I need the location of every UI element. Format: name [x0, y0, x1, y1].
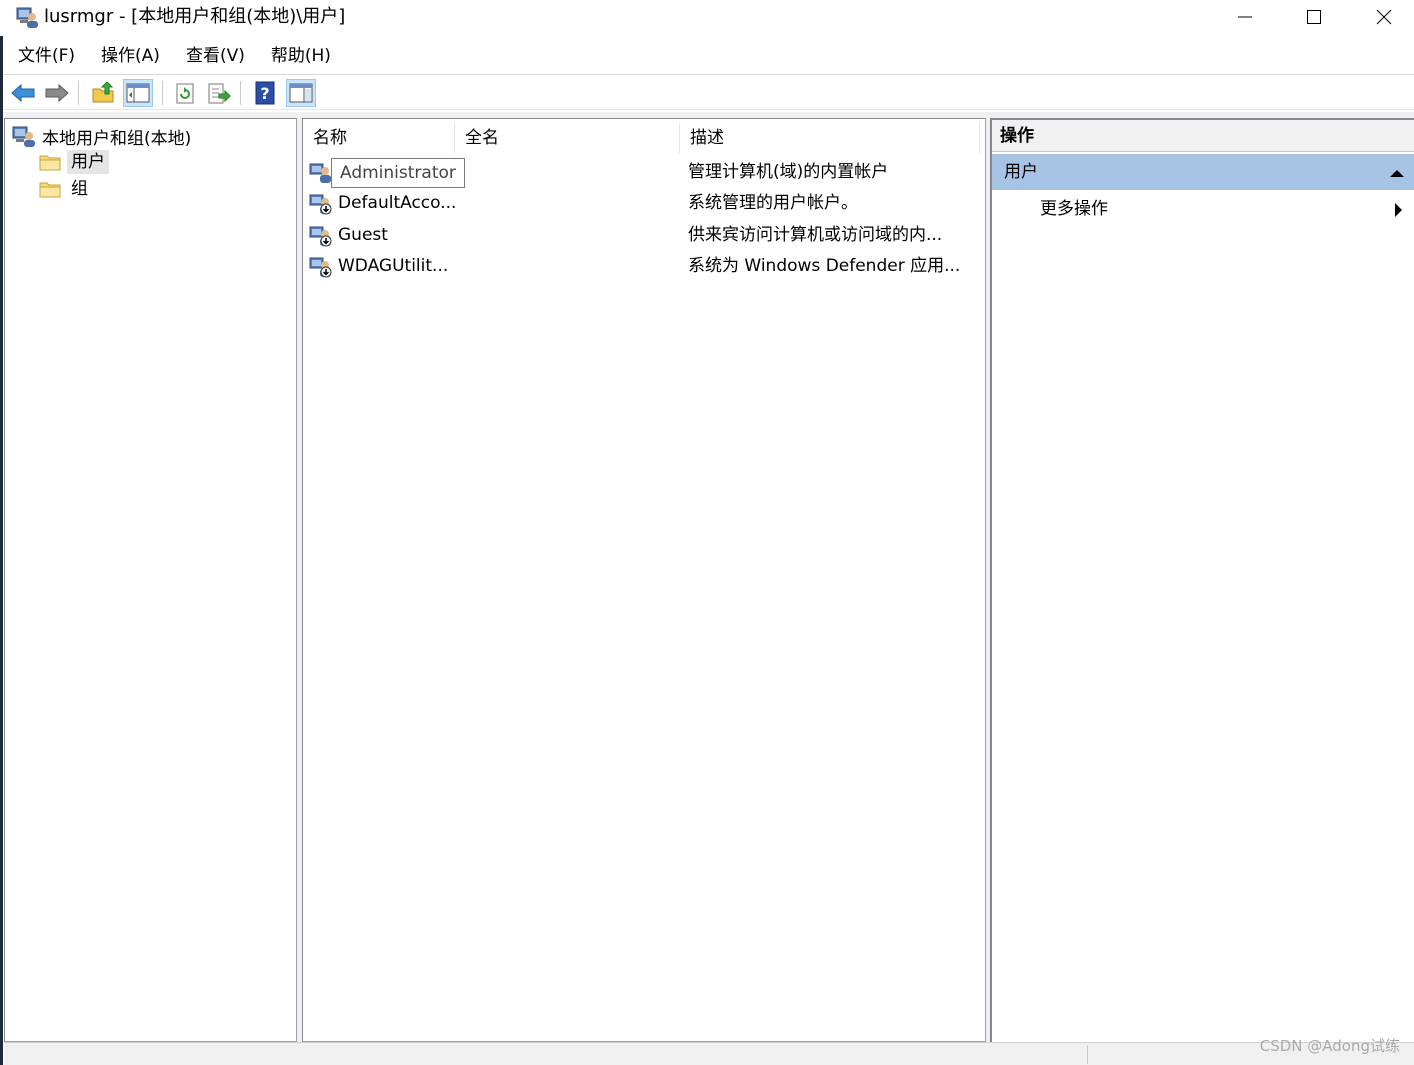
menu-file[interactable]: 文件(F)	[4, 38, 87, 74]
user-name: DefaultAcco...	[338, 193, 457, 213]
status-bar	[4, 1042, 1414, 1065]
export-list-button[interactable]	[204, 79, 234, 107]
maximize-icon	[1307, 10, 1321, 24]
toolbar-separator	[240, 81, 241, 105]
forward-button[interactable]	[42, 79, 72, 107]
user-account-icon	[309, 163, 331, 183]
watermark: CSDN @Adong试练	[1259, 1037, 1400, 1055]
tree-root-label: 本地用户和组(本地)	[42, 128, 192, 149]
collapse-arrow-icon[interactable]	[1390, 170, 1404, 177]
more-actions-item[interactable]: 更多操作	[992, 192, 1414, 226]
column-header-description[interactable]: 描述	[680, 123, 980, 153]
title-bar[interactable]: lusrmgr - [本地用户和组(本地)\用户]	[0, 0, 1414, 36]
back-button[interactable]	[8, 79, 38, 107]
folder-icon	[39, 182, 61, 198]
table-row[interactable]: Administrator 管理计算机(域)的内置帐户	[309, 157, 979, 188]
show-hide-action-pane-icon	[289, 83, 313, 103]
folder-icon	[39, 155, 61, 171]
close-button[interactable]	[1349, 0, 1414, 34]
show-hide-tree-button[interactable]	[123, 79, 153, 107]
help-icon: ?	[255, 81, 275, 105]
user-name: Administrator	[331, 158, 465, 188]
status-bar-separator	[1087, 1045, 1088, 1064]
tree-item-users[interactable]: 用户	[39, 149, 109, 175]
table-row[interactable]: DefaultAcco... 系统管理的用户帐户。	[309, 188, 979, 218]
disabled-user-account-icon	[309, 226, 332, 247]
disabled-user-account-icon	[309, 194, 332, 215]
minimize-icon	[1238, 16, 1252, 18]
result-list[interactable]: 名称 全名 描述 Administrator 管理计算机(域)的内置帐户 Def…	[302, 118, 986, 1042]
user-name: WDAGUtilit...	[338, 256, 449, 276]
column-header-fullname[interactable]: 全名	[455, 123, 680, 153]
actions-section-label: 用户	[1004, 162, 1038, 182]
user-description: 供来宾访问计算机或访问域的内...	[688, 225, 943, 245]
menu-help[interactable]: 帮助(H)	[257, 38, 343, 74]
desktop-edge	[0, 0, 3, 1065]
actions-pane: 操作 用户 更多操作	[990, 118, 1414, 1042]
back-icon	[11, 83, 35, 103]
submenu-arrow-icon	[1395, 203, 1402, 217]
computer-users-icon	[16, 7, 38, 28]
help-button[interactable]: ?	[250, 79, 280, 107]
menu-bar: 文件(F) 操作(A) 查看(V) 帮助(H)	[4, 38, 343, 74]
toolbar-separator	[162, 81, 163, 105]
toolbar-separator	[78, 81, 79, 105]
up-one-level-button[interactable]	[88, 79, 118, 107]
up-folder-icon	[92, 82, 114, 103]
table-row[interactable]: Guest 供来宾访问计算机或访问域的内...	[309, 220, 979, 250]
svg-text:?: ?	[260, 84, 269, 103]
tree-root-local-users-groups[interactable]: 本地用户和组(本地)	[11, 123, 191, 149]
close-icon	[1376, 9, 1392, 25]
minimize-button[interactable]	[1210, 0, 1280, 34]
toolbar: ?	[4, 74, 1414, 110]
user-description: 系统为 Windows Defender 应用...	[688, 256, 961, 276]
user-description: 管理计算机(域)的内置帐户	[688, 162, 889, 182]
menu-action[interactable]: 操作(A)	[87, 38, 172, 74]
refresh-button[interactable]	[170, 79, 200, 107]
console-tree[interactable]: 本地用户和组(本地) 用户 组	[4, 118, 297, 1042]
show-hide-tree-icon	[126, 83, 150, 103]
more-actions-label: 更多操作	[1040, 199, 1108, 219]
tree-item-label: 用户	[67, 150, 109, 174]
tree-item-groups[interactable]: 组	[39, 176, 92, 202]
export-list-icon	[208, 83, 231, 104]
user-name: Guest	[338, 225, 388, 245]
disabled-user-account-icon	[309, 257, 332, 278]
column-header-name[interactable]: 名称	[303, 123, 455, 153]
menu-view[interactable]: 查看(V)	[172, 38, 257, 74]
actions-pane-title: 操作	[992, 120, 1414, 152]
tree-item-label: 组	[71, 179, 88, 199]
computer-users-icon	[12, 126, 35, 147]
forward-icon	[45, 83, 69, 103]
window-title: lusrmgr - [本地用户和组(本地)\用户]	[44, 6, 346, 27]
table-row[interactable]: WDAGUtilit... 系统为 Windows Defender 应用...	[309, 251, 979, 281]
show-hide-action-pane-button[interactable]	[286, 79, 316, 107]
maximize-button[interactable]	[1279, 0, 1349, 34]
actions-section-users[interactable]: 用户	[992, 154, 1414, 190]
refresh-icon	[176, 83, 194, 104]
user-description: 系统管理的用户帐户。	[688, 193, 858, 213]
